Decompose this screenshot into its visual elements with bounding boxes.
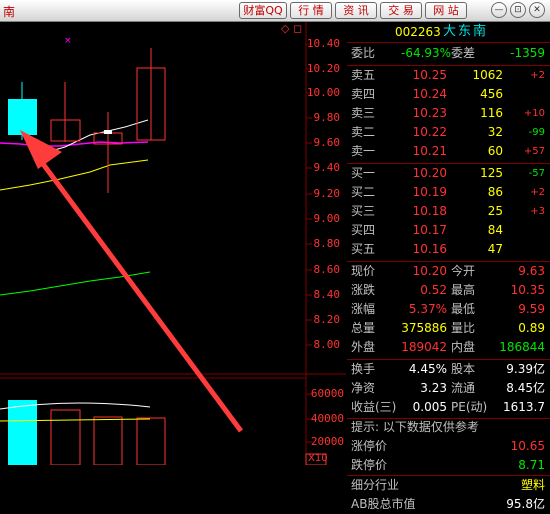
buy-row[interactable]: 买二 10.19 86 +2: [347, 183, 550, 202]
price-axis-label: 9.40: [313, 161, 341, 174]
price-axis-label: 8.00: [313, 338, 341, 351]
price-axis-label: 9.80: [313, 111, 341, 124]
fund-row-turnover: 换手 4.45% 股本 9.39亿: [351, 362, 545, 376]
stat-row-change: 涨跌 0.52 最高 10.35: [351, 283, 545, 297]
weibi-row: 委比 -64.93% 委差 -1359: [347, 44, 550, 63]
buy-row[interactable]: 买四 10.17 84: [347, 221, 550, 240]
sell-row[interactable]: 卖一 10.21 60 +57: [347, 142, 550, 161]
kline-chart: ×: [0, 22, 346, 465]
title-bar: 南 财富QQ 行 情 资 讯 交 易 网 站 — ⊡ ✕: [0, 0, 550, 22]
price-axis-label: 8.60: [313, 263, 341, 276]
volume-axis-label: 60000: [310, 387, 344, 400]
weibi-label: 委比: [351, 46, 376, 60]
sell-row[interactable]: 卖四 10.24 456: [347, 85, 550, 104]
price-axis-label: 9.00: [313, 212, 341, 225]
tip-row: 提示: 以下数据仅供参考: [347, 418, 550, 437]
svg-text:×: ×: [64, 36, 72, 46]
candle-1-body: [8, 99, 37, 135]
stat-row-pct: 涨幅 5.37% 最低 9.59: [351, 302, 545, 316]
limit-down-row: 跌停价 8.71: [351, 458, 545, 472]
price-axis-label: 8.40: [313, 288, 341, 301]
stock-header: 002263 大东南: [347, 22, 550, 42]
annotation-arrow-shaft: [29, 147, 244, 433]
kline-chart-area[interactable]: × 10.40 10.20 10.00 9.80 9.60 9.40 9.20 …: [0, 22, 346, 465]
sell-row[interactable]: 卖三 10.23 116 +10: [347, 104, 550, 123]
caifu-qq-button[interactable]: 财富QQ: [239, 2, 287, 19]
stock-code: 002263: [395, 25, 441, 39]
zixun-button[interactable]: 资 讯: [335, 2, 377, 19]
diamond-icon[interactable]: ◇: [281, 22, 289, 35]
volume-bar-1: [8, 400, 37, 465]
volume-bar-4: [136, 417, 166, 465]
minimize-icon[interactable]: —: [491, 2, 507, 18]
weicha-value: -1359: [510, 46, 545, 60]
volume-unit-label: X10: [308, 453, 328, 464]
close-icon[interactable]: ✕: [529, 2, 545, 18]
industry-row: 细分行业 塑料: [351, 478, 545, 492]
fund-row-netasset: 净资 3.23 流通 8.45亿: [351, 381, 545, 395]
jiaoyi-button[interactable]: 交 易: [380, 2, 422, 19]
price-axis-label: 8.20: [313, 313, 341, 326]
price-axis-label: 9.60: [313, 136, 341, 149]
mcap-row: AB股总市值 95.8亿: [351, 497, 545, 511]
ma10-line: [0, 159, 149, 191]
tip-text: 提示: 以下数据仅供参考: [351, 420, 479, 434]
price-axis-label: 9.20: [313, 187, 341, 200]
fund-row-eps: 收益(三) 0.005 PE(动) 1613.7: [351, 400, 545, 414]
price-axis-label: 10.40: [306, 37, 340, 50]
annotation-arrow-head: [20, 130, 62, 169]
sell-row[interactable]: 卖五 10.25 1062 +2: [347, 66, 550, 85]
price-axis-label: 10.20: [306, 62, 340, 75]
limit-up-row: 涨停价 10.65: [351, 439, 545, 453]
stat-row-outer-inner: 外盘 189042 内盘 186844: [351, 340, 545, 354]
volume-axis-label: 20000: [310, 435, 344, 448]
stat-row-volume: 总量 375886 量比 0.89: [351, 321, 545, 335]
price-axis-label: 8.80: [313, 237, 341, 250]
sell-row[interactable]: 卖二 10.22 32 -99: [347, 123, 550, 142]
stat-row-price: 现价 10.20 今开 9.63: [351, 264, 545, 278]
buy-row[interactable]: 买一 10.20 125 -57: [347, 164, 550, 183]
stock-name: 大东南: [443, 24, 489, 39]
weibi-value: -64.93%: [401, 46, 452, 60]
volume-bar-2: [50, 409, 81, 465]
volume-axis-label: 40000: [310, 412, 344, 425]
restore-icon[interactable]: ⊡: [510, 2, 526, 18]
wangzhan-button[interactable]: 网 站: [425, 2, 467, 19]
buy-row[interactable]: 买五 10.16 47: [347, 240, 550, 259]
square-icon[interactable]: ◻: [293, 22, 302, 35]
stock-short-name: 南: [3, 5, 16, 19]
hangqing-button[interactable]: 行 情: [290, 2, 332, 19]
volume-bar-3: [93, 416, 123, 465]
buy-row[interactable]: 买三 10.18 25 +3: [347, 202, 550, 221]
weicha-label: 委差: [451, 46, 476, 60]
price-axis-label: 10.00: [306, 86, 340, 99]
quote-panel: 002263 大东南 委比 -64.93% 委差 -1359 卖五 10.25 …: [347, 22, 550, 511]
